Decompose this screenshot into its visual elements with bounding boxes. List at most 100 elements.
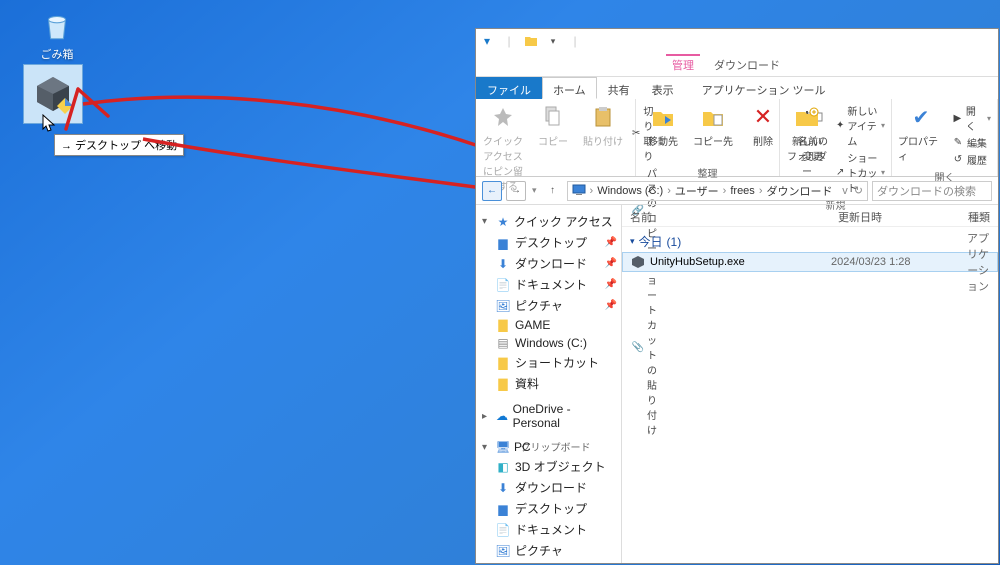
open-icon: ▶ xyxy=(952,112,963,124)
tab-view[interactable]: 表示 xyxy=(641,77,685,99)
ribbon-move-to[interactable]: 移動先 xyxy=(642,103,684,148)
nav-pc[interactable]: ▾🖥PC xyxy=(476,438,621,456)
nav-item-shortcut[interactable]: ▇ショートカット xyxy=(476,352,621,373)
nav-item-docs2[interactable]: ▇資料 xyxy=(476,373,621,394)
pictures-icon: 🖼 xyxy=(496,544,510,558)
pin-icon: 📌 xyxy=(605,279,617,290)
nav-item-downloads[interactable]: ⬇ダウンロード📌 xyxy=(476,253,621,274)
qat-sep: | xyxy=(502,34,516,48)
drive-icon: ▤ xyxy=(496,336,510,350)
star-icon: ★ xyxy=(496,215,510,229)
chevron-down-icon: ▾ xyxy=(630,236,635,247)
ribbon-copy[interactable]: コピー xyxy=(532,103,574,148)
qat-down-icon[interactable]: ▾ xyxy=(480,34,494,48)
pin-icon: 📌 xyxy=(605,258,617,269)
pc-icon xyxy=(572,184,586,198)
documents-icon: 📄 xyxy=(496,278,510,292)
ribbon-new-item[interactable]: ✦新しいアイテム▾ xyxy=(836,103,885,148)
titlebar[interactable]: ▾ | ▾ | xyxy=(476,29,998,53)
copyto-icon xyxy=(699,103,727,131)
qat-overflow-icon[interactable]: ▾ xyxy=(546,36,560,47)
desktop-drag-ghost-unityhub[interactable] xyxy=(18,64,88,124)
nav-onedrive[interactable]: ▸☁OneDrive - Personal xyxy=(476,400,621,432)
nav-history-dropdown[interactable]: ▾ xyxy=(530,185,539,196)
tab-file[interactable]: ファイル xyxy=(476,77,542,99)
desktop-icon-label: ごみ箱 xyxy=(41,46,74,62)
nav-item-documents2[interactable]: 📄ドキュメント xyxy=(476,519,621,540)
ribbon-edit[interactable]: ✎編集 xyxy=(952,135,991,150)
ribbon-open[interactable]: ▶開く▾ xyxy=(952,103,991,133)
delete-icon: ✕ xyxy=(749,103,777,131)
nav-up-button[interactable]: ↑ xyxy=(543,181,563,201)
qat-folder-icon[interactable] xyxy=(524,35,538,47)
nav-item-windows-c[interactable]: ▤Windows (C:) xyxy=(476,334,621,352)
desktop-icon: ▆ xyxy=(496,502,510,516)
newfolder-icon xyxy=(793,103,821,131)
unityhub-icon xyxy=(23,64,83,124)
col-name: 名前 xyxy=(622,205,830,226)
file-row-unityhubsetup[interactable]: UnityHubSetup.exe 2024/03/23 1:28 アプリケーシ… xyxy=(622,252,998,272)
file-explorer-window: ▾ | ▾ | 管理 ダウンロード ファイル ホーム 共有 表示 アプリケーショ… xyxy=(475,28,999,564)
copy-icon xyxy=(539,103,567,131)
folder-icon: ▇ xyxy=(496,377,510,391)
tab-share[interactable]: 共有 xyxy=(597,77,641,99)
pin-icon: 📌 xyxy=(605,300,617,311)
properties-icon: ✔ xyxy=(907,103,935,131)
qat-sep: | xyxy=(568,34,582,48)
moveto-icon xyxy=(649,103,677,131)
nav-item-documents[interactable]: 📄ドキュメント📌 xyxy=(476,274,621,295)
desktop-icon: ▆ xyxy=(496,236,510,250)
nav-item-game[interactable]: ▇GAME xyxy=(476,316,621,334)
nav-quick-access[interactable]: ▾★クイック アクセス xyxy=(476,211,621,232)
breadcrumb[interactable]: ›Windows (C:) ›ユーザー ›frees ›ダウンロード v↻ xyxy=(567,181,868,201)
ribbon-new-folder[interactable]: 新しい フォルダー xyxy=(786,103,828,178)
desktop-icon-recycle-bin[interactable]: ごみ箱 xyxy=(22,6,92,62)
pin-icon: 📌 xyxy=(605,237,617,248)
tab-app-tools[interactable]: アプリケーション ツール xyxy=(691,77,837,99)
newitem-icon: ✦ xyxy=(836,120,844,132)
downloads-icon: ⬇ xyxy=(496,257,510,271)
folder-icon: ▇ xyxy=(496,356,510,370)
drag-tooltip: → デスクトップ へ移動 xyxy=(54,134,184,156)
ribbon-copy-to[interactable]: コピー先 xyxy=(692,103,734,148)
col-date: 更新日時 xyxy=(830,205,960,226)
ribbon: クイック アクセス にピン留めする コピー 貼り付け ✂切り取り 🔗パスのコピー… xyxy=(476,99,998,177)
contextual-tab-manage[interactable]: 管理 xyxy=(662,53,704,76)
tab-home[interactable]: ホーム xyxy=(542,77,597,99)
downloads-icon: ⬇ xyxy=(496,481,510,495)
nav-item-pictures2[interactable]: 🖼ピクチャ xyxy=(476,540,621,561)
nav-item-3dobjects[interactable]: ◧3D オブジェクト xyxy=(476,456,621,477)
nav-item-desktop[interactable]: ▆デスクトップ📌 xyxy=(476,232,621,253)
nav-item-videos[interactable]: 🎞ビデオ xyxy=(476,561,621,563)
nav-item-downloads2[interactable]: ⬇ダウンロード xyxy=(476,477,621,498)
recycle-bin-icon xyxy=(37,6,77,46)
pc-icon: 🖥 xyxy=(496,440,510,454)
nav-back-button[interactable]: ← xyxy=(482,181,502,201)
pin-icon xyxy=(489,103,517,131)
address-bar: ← → ▾ ↑ ›Windows (C:) ›ユーザー ›frees ›ダウンロ… xyxy=(476,177,998,205)
pictures-icon: 🖼 xyxy=(496,299,510,313)
ribbon-properties[interactable]: ✔プロパティ xyxy=(898,103,944,163)
navigation-pane: ▾★クイック アクセス ▆デスクトップ📌 ⬇ダウンロード📌 📄ドキュメント📌 🖼… xyxy=(476,205,622,563)
3d-icon: ◧ xyxy=(496,460,510,474)
file-list: 名前 更新日時 種類 ▾ 今日 (1) UnityHubSetup.exe 20… xyxy=(622,205,998,563)
window-title: ダウンロード xyxy=(704,53,790,76)
group-today[interactable]: ▾ 今日 (1) xyxy=(622,231,998,252)
paste-icon xyxy=(589,103,617,131)
column-headers[interactable]: 名前 更新日時 種類 xyxy=(622,205,998,227)
nav-item-pictures[interactable]: 🖼ピクチャ📌 xyxy=(476,295,621,316)
nav-item-desktop2[interactable]: ▆デスクトップ xyxy=(476,498,621,519)
ribbon-delete[interactable]: ✕削除 xyxy=(742,103,784,148)
history-icon: ↺ xyxy=(952,154,964,166)
col-type: 種類 xyxy=(960,205,998,226)
ribbon-tabs: ファイル ホーム 共有 表示 アプリケーション ツール xyxy=(476,77,998,99)
ribbon-paste[interactable]: 貼り付け xyxy=(582,103,624,148)
documents-icon: 📄 xyxy=(496,523,510,537)
onedrive-icon: ☁ xyxy=(495,409,508,423)
nav-forward-button[interactable]: → xyxy=(506,181,526,201)
ribbon-history[interactable]: ↺履歴 xyxy=(952,152,991,167)
search-input[interactable]: ダウンロードの検索 xyxy=(872,181,992,201)
edit-icon: ✎ xyxy=(952,137,964,149)
exe-icon xyxy=(631,255,645,269)
folder-icon: ▇ xyxy=(496,318,510,332)
